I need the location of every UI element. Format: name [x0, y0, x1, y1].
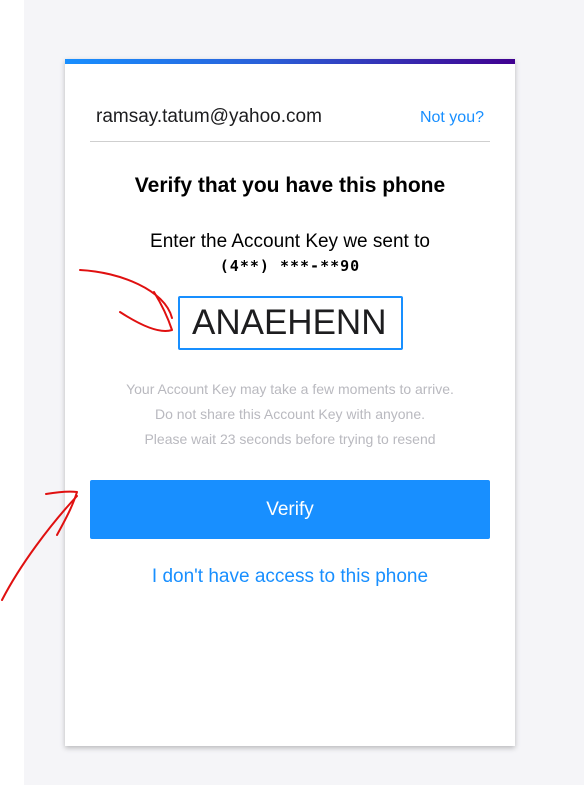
hint-resend-wait: Please wait 23 seconds before trying to … — [144, 431, 436, 447]
hint-arrival: Your Account Key may take a few moments … — [126, 381, 454, 397]
account-email: ramsay.tatum@yahoo.com — [96, 106, 322, 127]
account-key-input[interactable] — [178, 296, 403, 350]
verification-card: ramsay.tatum@yahoo.com Not you? Verify t… — [65, 59, 515, 746]
instruction-text: Enter the Account Key we sent to — [150, 231, 430, 252]
brand-gradient-bar — [65, 59, 515, 64]
hint-do-not-share: Do not share this Account Key with anyon… — [154, 406, 426, 422]
account-row: ramsay.tatum@yahoo.com Not you? — [90, 103, 490, 142]
page-title: Verify that you have this phone — [134, 174, 446, 197]
not-you-link[interactable]: Not you? — [420, 109, 484, 127]
masked-phone-number: (4**) ***-**90 — [219, 257, 361, 275]
verify-button[interactable]: Verify — [90, 480, 490, 539]
no-phone-access-link[interactable]: I don't have access to this phone — [65, 566, 515, 588]
